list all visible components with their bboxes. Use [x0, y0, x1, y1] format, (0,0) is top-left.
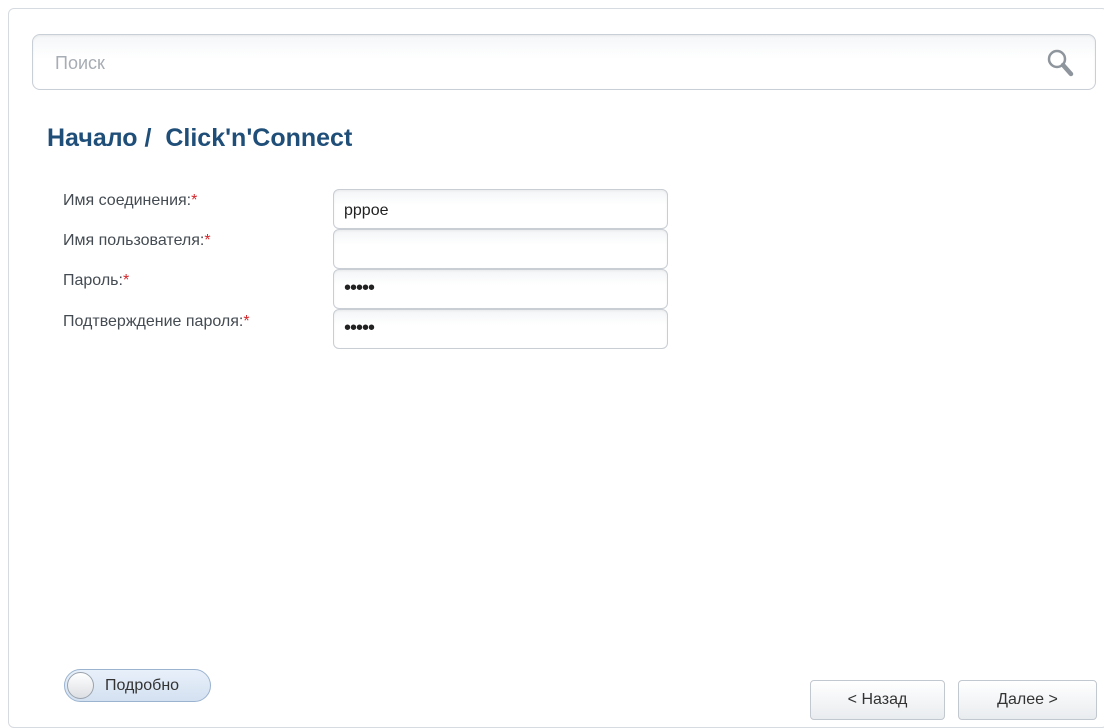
content-panel: [8, 8, 1104, 728]
connection-name-label: Имя соединения:*: [63, 192, 197, 210]
details-toggle[interactable]: Подробно: [64, 669, 211, 702]
search-placeholder: Поиск: [55, 53, 105, 73]
password-confirm-label: Подтверждение пароля:*: [63, 313, 250, 331]
username-label: Имя пользователя:*: [63, 232, 211, 250]
page-title: Начало / Click'n'Connect: [47, 124, 353, 152]
back-button[interactable]: < Назад: [810, 680, 945, 720]
next-button[interactable]: Далее >: [958, 680, 1097, 720]
username-label-text: Имя пользователя:: [63, 232, 205, 249]
required-marker: *: [204, 232, 211, 249]
search-icon[interactable]: [1045, 48, 1077, 78]
required-marker: *: [122, 272, 130, 289]
required-marker: *: [243, 313, 250, 330]
password-confirm-input[interactable]: •••••: [333, 309, 668, 349]
password-input[interactable]: •••••: [333, 269, 668, 309]
toggle-knob: [67, 672, 94, 699]
required-marker: *: [191, 192, 198, 209]
search-box[interactable]: Поиск: [32, 34, 1096, 90]
connection-name-label-text: Имя соединения:: [63, 192, 192, 209]
username-input[interactable]: [333, 229, 668, 269]
connection-name-input[interactable]: pppoe: [333, 189, 668, 229]
password-label: Пароль:*: [63, 272, 129, 290]
details-toggle-label: Подробно: [105, 677, 180, 694]
password-label-text: Пароль:: [63, 272, 123, 289]
password-confirm-label-text: Подтверждение пароля:: [63, 313, 244, 330]
